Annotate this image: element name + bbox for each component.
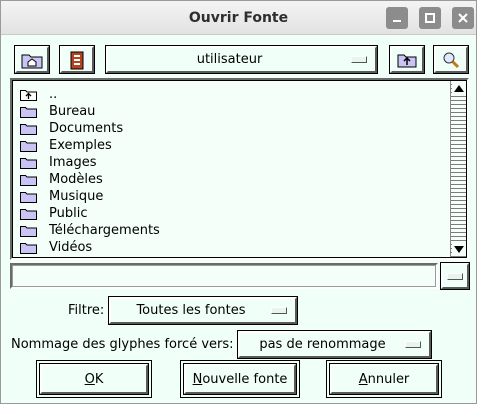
- list-item[interactable]: Exemples: [14, 137, 451, 154]
- bookmark-icon: [70, 51, 84, 69]
- arrow-up-icon: [454, 85, 464, 92]
- filter-label: Filtre:: [68, 303, 105, 318]
- filename-history-button[interactable]: [441, 263, 469, 289]
- arrow-down-icon: [454, 246, 464, 253]
- list-item-label: Images: [49, 155, 97, 170]
- scroll-up-button[interactable]: [452, 82, 466, 94]
- list-item[interactable]: ..: [14, 86, 451, 103]
- new-font-button-label: ouvelle fonte: [202, 371, 288, 387]
- close-icon: [458, 13, 468, 23]
- folder-icon: [20, 157, 37, 169]
- directory-selector[interactable]: utilisateur: [106, 46, 377, 73]
- folder-icon: [20, 242, 37, 254]
- folder-icon: [20, 174, 37, 186]
- minimize-icon: [393, 20, 401, 22]
- directory-selector-value: utilisateur: [196, 52, 263, 67]
- glyph-naming-select[interactable]: pas de renommage: [238, 331, 431, 358]
- folder-up-icon: [397, 54, 417, 67]
- new-font-button-mnemonic: N: [192, 371, 203, 387]
- list-item-label: Vidéos: [49, 240, 93, 255]
- window-title: Ouvrir Fonte: [188, 10, 289, 26]
- list-item[interactable]: Documents: [14, 120, 451, 137]
- folder-icon: [20, 123, 37, 135]
- list-item[interactable]: Images: [14, 154, 451, 171]
- close-button[interactable]: [452, 7, 474, 29]
- list-item[interactable]: Vidéos: [14, 239, 451, 256]
- cancel-button[interactable]: Annuler: [330, 364, 438, 394]
- list-item[interactable]: Public: [14, 205, 451, 222]
- dropdown-indicator-icon: [447, 272, 463, 280]
- folder-icon: [20, 140, 37, 152]
- glyph-naming-label: Nommage des glyphes forcé vers:: [11, 337, 234, 352]
- list-item-label: Modèles: [49, 172, 103, 187]
- dropdown-indicator-icon: [351, 56, 367, 63]
- search-button[interactable]: [434, 46, 468, 73]
- home-button[interactable]: [15, 46, 49, 73]
- dropdown-indicator-icon: [271, 307, 287, 314]
- ok-button-label: K: [94, 371, 104, 387]
- folder-icon: [20, 208, 37, 220]
- new-font-button[interactable]: Nouvelle fonte: [184, 364, 296, 394]
- filter-select-value: Toutes les fontes: [136, 303, 246, 318]
- folder-icon: [20, 225, 37, 237]
- folder-icon: [20, 106, 37, 118]
- list-item[interactable]: Modèles: [14, 171, 451, 188]
- folder-icon: [20, 191, 37, 203]
- open-font-dialog: Ouvrir Fonte utilisateur .. Bureau Docum…: [0, 0, 477, 404]
- home-folder-icon: [21, 54, 43, 68]
- maximize-button[interactable]: [419, 7, 441, 29]
- minimize-button[interactable]: [386, 7, 408, 29]
- list-item-label: Public: [49, 206, 88, 221]
- title-bar: Ouvrir Fonte: [1, 1, 476, 35]
- list-item-label: Documents: [49, 121, 124, 136]
- bookmarks-button[interactable]: [60, 46, 94, 73]
- file-list-items: .. Bureau Documents Exemples Images Modèles Mu…: [14, 86, 451, 256]
- vertical-scrollbar[interactable]: [450, 81, 466, 257]
- maximize-icon: [425, 13, 435, 23]
- file-list[interactable]: .. Bureau Documents Exemples Images Modèles Mu…: [10, 78, 469, 260]
- list-item-label: Téléchargements: [49, 223, 160, 238]
- magnifier-icon: [443, 52, 460, 68]
- dropdown-indicator-icon: [405, 341, 421, 348]
- cancel-button-label: nnuler: [367, 371, 410, 387]
- scroll-down-button[interactable]: [452, 244, 466, 256]
- parent-folder-icon: [20, 89, 37, 101]
- list-item[interactable]: Musique: [14, 188, 451, 205]
- glyph-naming-select-value: pas de renommage: [259, 337, 386, 352]
- parent-directory-button[interactable]: [390, 46, 424, 73]
- list-item-label: Bureau: [49, 104, 96, 119]
- ok-button[interactable]: OK: [40, 364, 148, 394]
- list-item-label: ..: [49, 87, 58, 102]
- list-item[interactable]: Téléchargements: [14, 222, 451, 239]
- list-item[interactable]: Bureau: [14, 103, 451, 120]
- filename-input[interactable]: [10, 263, 438, 289]
- list-item-label: Musique: [49, 189, 104, 204]
- filter-select[interactable]: Toutes les fontes: [109, 297, 297, 324]
- cancel-button-mnemonic: A: [358, 371, 368, 387]
- list-item-label: Exemples: [49, 138, 112, 153]
- ok-button-mnemonic: O: [84, 371, 95, 387]
